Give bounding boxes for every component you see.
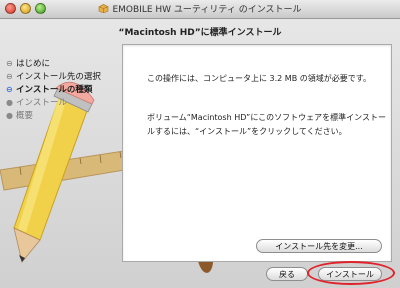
step-bullet-icon: ⊖ xyxy=(6,72,13,81)
step-bullet-icon: ● xyxy=(6,111,13,120)
current-step-bullet-icon: ⊖ xyxy=(6,85,13,94)
page-subtitle: “Macintosh HD”に標準インストール xyxy=(118,28,282,38)
step-summary: ● 概要 xyxy=(6,109,101,122)
step-label: 概要 xyxy=(16,111,34,121)
step-label: インストールの種類 xyxy=(16,85,93,95)
title-bar: EMOBILE HW ユーティリティ のインストール xyxy=(0,0,400,19)
change-install-location-button[interactable]: インストール先を変更... xyxy=(256,239,382,253)
installer-window: EMOBILE HW ユーティリティ のインストール “Macintosh HD… xyxy=(0,0,400,288)
window-title-text: EMOBILE HW ユーティリティ のインストール xyxy=(112,5,302,15)
step-bullet-icon: ⊖ xyxy=(6,59,13,68)
step-label: はじめに xyxy=(16,59,51,69)
step-destination-select: ⊖ インストール先の選択 xyxy=(6,70,101,83)
window-title: EMOBILE HW ユーティリティ のインストール xyxy=(0,2,400,15)
step-label: インストール先の選択 xyxy=(16,72,101,82)
back-button[interactable]: 戻る xyxy=(266,267,308,281)
step-bullet-icon: ● xyxy=(6,98,13,107)
step-introduction: ⊖ はじめに xyxy=(6,57,101,70)
package-icon xyxy=(99,4,109,13)
install-button[interactable]: インストール xyxy=(318,267,382,281)
content-panel: この操作には、コンピュータ上に 3.2 MB の領域が必要です。 ボリューム“M… xyxy=(122,44,392,262)
step-label: インストール xyxy=(16,98,67,108)
install-instructions-text: ボリューム“Macintosh HD”にこのソフトウェアを標準インストールするに… xyxy=(147,113,386,136)
disk-space-text: この操作には、コンピュータ上に 3.2 MB の領域が必要です。 xyxy=(147,74,371,83)
installer-steps-list: ⊖ はじめに ⊖ インストール先の選択 ⊖ インストールの種類 ● インストール ● 概要 xyxy=(6,57,101,122)
step-installation: ● インストール xyxy=(6,96,101,109)
step-installation-type: ⊖ インストールの種類 xyxy=(6,83,101,96)
